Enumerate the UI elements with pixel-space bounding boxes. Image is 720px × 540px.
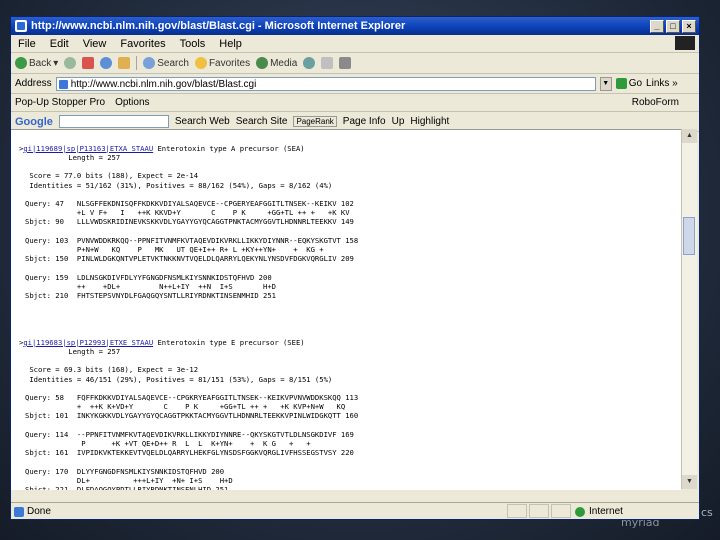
hit-description-1: Enterotoxin type A precursor (SEA) [153,144,305,153]
star-icon [194,57,207,69]
media-icon [256,57,269,69]
mail-icon [321,57,334,69]
status-cell [529,504,549,518]
mail-button[interactable] [321,57,334,69]
menu-file[interactable]: File [11,38,43,50]
slide-corner-text: cs [701,506,713,519]
go-arrow-icon [615,78,627,89]
vertical-scrollbar[interactable]: ▲ ▼ [681,129,697,489]
menu-help[interactable]: Help [212,38,249,50]
refresh-button[interactable] [100,57,113,69]
maximize-button[interactable]: □ [666,19,680,33]
address-label: Address [15,78,52,89]
hit-description-2: Enterotoxin type E precursor (SEE) [153,338,305,347]
address-bar: Address http://www.ncbi.nlm.nih.gov/blas… [11,74,699,94]
links-toolbar: Pop-Up Stopper Pro Options RoboForm [11,94,699,112]
address-dropdown-button[interactable]: ▼ [599,76,612,91]
page-content: >gi|119689|sp|P13163|ETXA_STAAU Enteroto… [11,129,681,490]
forward-button[interactable] [64,57,77,69]
roboform-button[interactable]: RoboForm [632,97,679,108]
stop-button[interactable] [82,57,95,69]
close-button[interactable]: × [682,19,696,33]
search-icon [143,57,156,69]
hit-link-2[interactable]: gi|119683|sp|P12993|ETXE_STAAU [23,338,153,347]
windows-flag-icon [675,36,695,50]
google-search-input[interactable] [58,115,169,128]
window-title: http://www.ncbi.nlm.nih.gov/blast/Blast.… [31,20,406,32]
alignment-block-2: Length = 257 Score = 69.3 bits (168), Ex… [25,347,359,490]
standard-toolbar: Back ▾ Search Favorites Media [11,53,699,74]
back-button[interactable]: Back ▾ [15,57,58,69]
go-button[interactable]: Go [615,78,642,89]
scroll-down-arrow[interactable]: ▼ [682,475,697,489]
status-text: Done [11,506,507,517]
options-button[interactable]: Options [115,97,149,108]
scroll-up-arrow[interactable]: ▲ [682,129,697,143]
pagerank-indicator[interactable]: PageRank [293,116,337,127]
page-info-button[interactable]: Page Info [343,116,386,127]
status-bar: Done Internet [11,502,699,519]
menu-tools[interactable]: Tools [173,38,213,50]
history-button[interactable] [303,57,316,69]
browser-window: http://www.ncbi.nlm.nih.gov/blast/Blast.… [10,16,700,520]
refresh-icon [100,57,113,69]
media-button[interactable]: Media [256,57,297,69]
menu-edit[interactable]: Edit [43,38,76,50]
ie-icon [15,20,27,32]
status-cell [551,504,571,518]
back-arrow-icon [15,57,27,69]
hit-link-1[interactable]: gi|119689|sp|P13163|ETXA_STAAU [23,144,153,153]
popup-stopper-button[interactable]: Pop-Up Stopper Pro [15,97,105,108]
home-icon [118,57,131,69]
chevron-down-icon: ▾ [53,57,59,69]
scroll-thumb[interactable] [683,217,695,255]
links-button[interactable]: Links » [646,78,678,89]
alignment-block-1: Length = 257 Score = 77.0 bits (188), Ex… [25,153,359,301]
minimize-button[interactable]: _ [650,19,664,33]
menu-view[interactable]: View [76,38,114,50]
home-button[interactable] [118,57,131,69]
stop-icon [82,57,95,69]
hit-header-2: >gi|119683|sp|P12993|ETXE_STAAU Enteroto… [19,338,305,347]
address-input[interactable]: http://www.ncbi.nlm.nih.gov/blast/Blast.… [55,76,596,91]
search-site-button[interactable]: Search Site [236,116,288,127]
toolbar-separator [136,56,138,70]
title-bar[interactable]: http://www.ncbi.nlm.nih.gov/blast/Blast.… [11,17,699,35]
forward-arrow-icon [64,57,77,69]
favorites-button[interactable]: Favorites [194,57,250,69]
print-button[interactable] [339,57,352,69]
history-icon [303,57,316,69]
up-button[interactable]: Up [392,116,405,127]
zone-indicator: Internet [573,506,699,517]
menu-bar: File Edit View Favorites Tools Help [11,35,699,53]
search-button[interactable]: Search [143,57,189,69]
status-cell [507,504,527,518]
menu-favorites[interactable]: Favorites [113,38,172,50]
print-icon [339,57,352,69]
google-logo[interactable]: Google [15,116,53,128]
search-web-button[interactable]: Search Web [175,116,230,127]
highlight-button[interactable]: Highlight [410,116,449,127]
hit-header-1: >gi|119689|sp|P13163|ETXA_STAAU Enteroto… [19,144,305,153]
